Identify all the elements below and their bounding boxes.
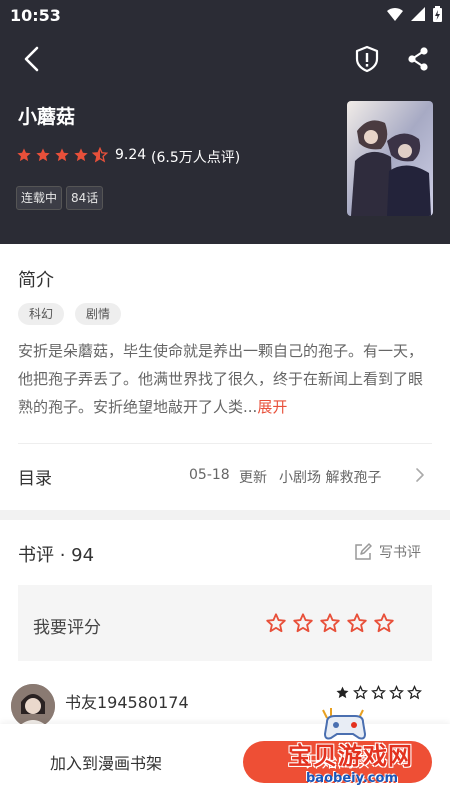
chevron-right-icon[interactable] (413, 466, 427, 484)
status-icons (387, 6, 442, 22)
genre-tag[interactable]: 剧情 (75, 303, 122, 325)
star-outline-icon[interactable] (265, 612, 287, 634)
edit-icon (355, 543, 372, 560)
share-icon[interactable] (403, 44, 433, 74)
expand-link[interactable]: 展开 (257, 398, 287, 416)
review-heading: 书评 · 94 (18, 545, 95, 566)
back-icon[interactable] (18, 44, 48, 74)
catalog-update-label[interactable]: 更新 (239, 467, 267, 487)
status-time: 10:53 (10, 6, 61, 25)
catalog-label[interactable]: 目录 (18, 464, 52, 489)
intro-heading: 简介 (18, 270, 54, 291)
star-outline-icon[interactable] (373, 612, 395, 634)
catalog-update-date[interactable]: 05-18 (189, 467, 230, 483)
star-outline-icon (353, 685, 368, 700)
episode-count-tag: 84话 (66, 186, 104, 210)
rating-stars (16, 147, 108, 163)
rate-stars (265, 612, 395, 634)
star-filled-icon (74, 148, 88, 162)
star-filled-icon (17, 148, 31, 162)
rating-score: 9.24 (115, 147, 147, 163)
avatar[interactable] (11, 684, 55, 728)
write-review-label: 写书评 (379, 545, 421, 561)
rating-count: (6.5万人点评) (151, 150, 241, 166)
status-tag: 连载中 (16, 186, 63, 210)
comic-title: 小蘑菇 (18, 106, 76, 128)
divider (18, 443, 432, 444)
star-outline-icon[interactable] (292, 612, 314, 634)
intro-description: 安折是朵蘑菇，毕生使命就是养出一颗自己的孢子。有一天，他把孢子弄丢了。他满世界找… (18, 337, 432, 421)
watermark-url: baobeiy.com (306, 771, 398, 786)
star-outline-icon[interactable] (319, 612, 341, 634)
report-shield-icon[interactable] (352, 44, 382, 74)
status-bar: 10:53 (0, 0, 450, 32)
comic-cover-image (347, 101, 433, 216)
genre-tag[interactable]: 科幻 (18, 303, 65, 325)
star-outline-icon (371, 685, 386, 700)
review-username[interactable]: 书友194580174 (65, 689, 189, 713)
add-to-shelf-button[interactable]: 加入到漫画书架 (50, 750, 162, 774)
star-outline-icon (389, 685, 404, 700)
cell-signal-icon (411, 7, 425, 21)
write-review-button[interactable]: 写书评 (353, 542, 421, 562)
battery-icon (433, 6, 442, 22)
star-outline-icon (407, 685, 422, 700)
watermark-site-name: 宝贝游戏网 (288, 742, 413, 770)
star-filled-icon (336, 686, 349, 699)
rate-label: 我要评分 (33, 618, 101, 638)
star-filled-icon (55, 148, 69, 162)
wifi-icon (387, 8, 403, 21)
review-stars (335, 685, 422, 700)
star-filled-icon (36, 148, 50, 162)
star-outline-icon[interactable] (346, 612, 368, 634)
star-half-icon (92, 147, 108, 163)
intro-description-text: 安折是朵蘑菇，毕生使命就是养出一颗自己的孢子。有一天，他把孢子弄丢了。他满世界找… (18, 342, 424, 416)
catalog-latest-chapter[interactable]: 小剧场 解救孢子 (279, 467, 381, 487)
